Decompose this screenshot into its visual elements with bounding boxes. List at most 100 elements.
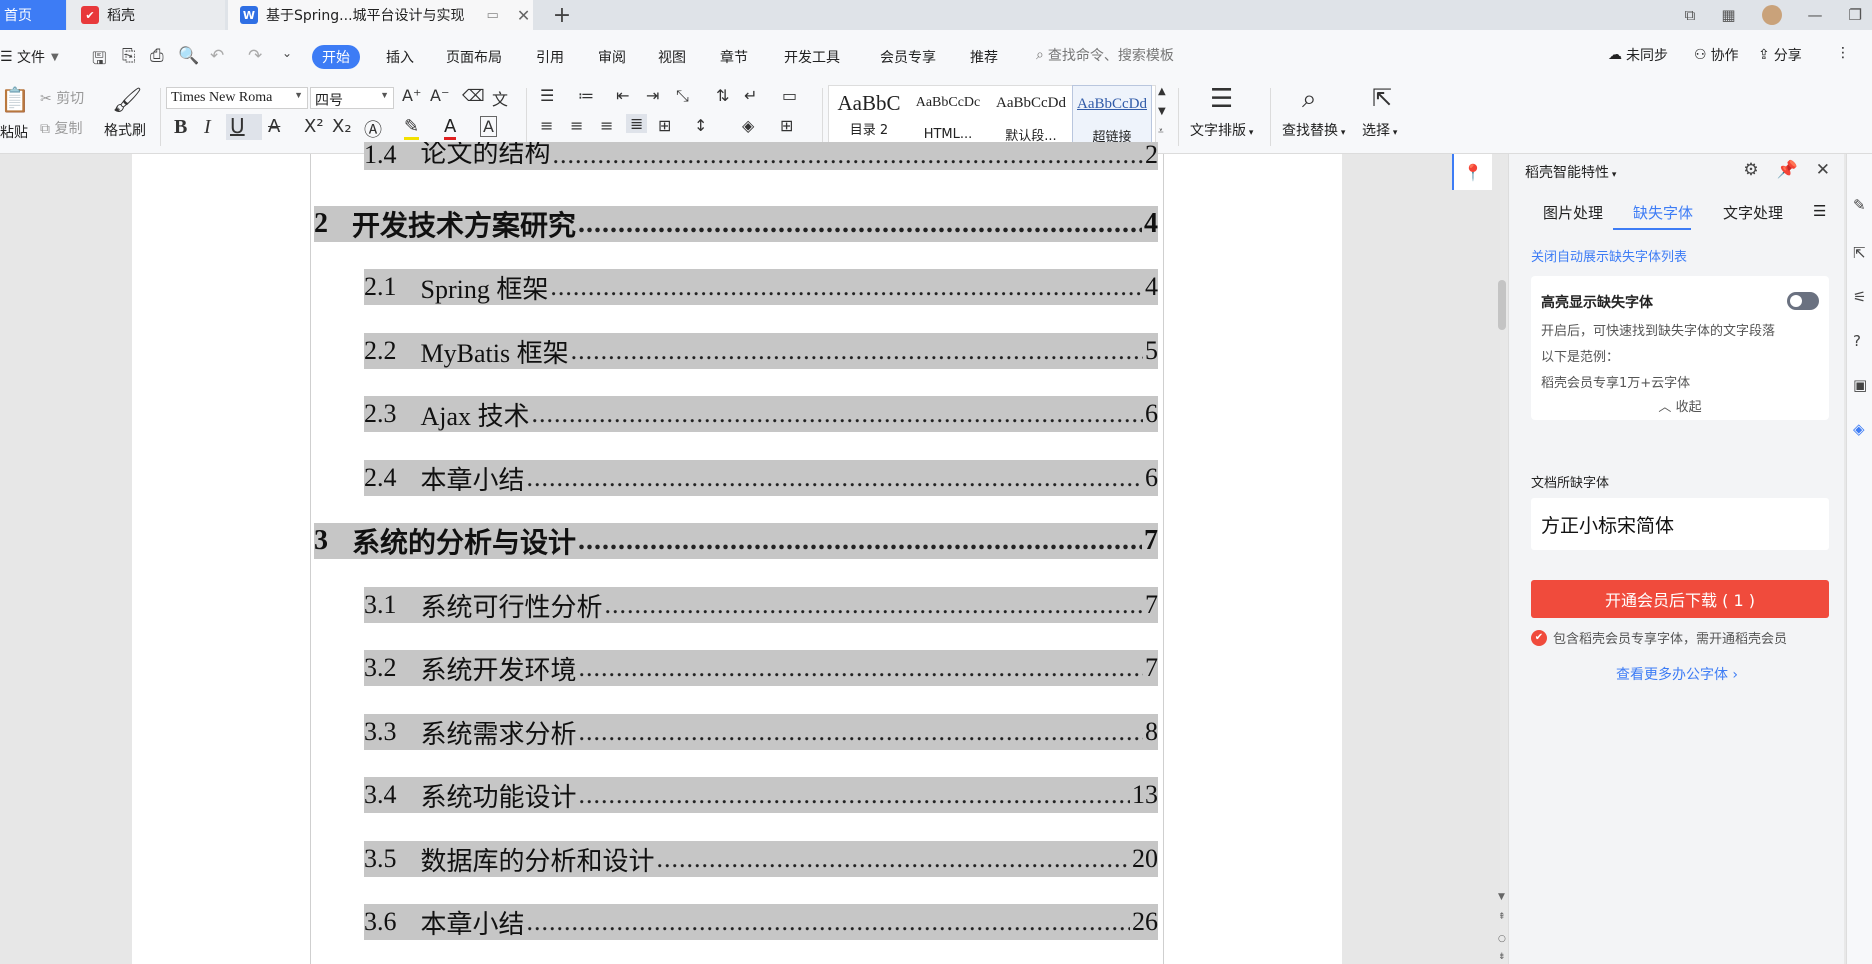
select-browse-icon[interactable]: ○ bbox=[1498, 934, 1506, 944]
toc-entry[interactable]: 1.4 论文的结构................................… bbox=[364, 142, 1158, 170]
vertical-scrollbar[interactable] bbox=[1498, 280, 1506, 330]
layout-icon[interactable]: ⧉ bbox=[1685, 6, 1696, 24]
float-window-icon[interactable]: ▭ bbox=[487, 8, 499, 23]
shrink-font-icon[interactable]: A⁻ bbox=[430, 86, 449, 105]
restore-icon[interactable]: ❐ bbox=[1849, 6, 1862, 24]
line-spacing-icon[interactable]: ↕ bbox=[694, 116, 707, 135]
close-tab-icon[interactable]: ✕ bbox=[517, 6, 530, 25]
grid-icon[interactable]: ▦ bbox=[1721, 6, 1735, 24]
style-expand-icon[interactable]: ⩡ bbox=[1158, 126, 1164, 137]
text-effect-icon[interactable]: Ⓐ bbox=[364, 116, 382, 142]
clipboard-icon[interactable]: 📋 bbox=[0, 86, 30, 114]
menu-start[interactable]: 开始 bbox=[312, 45, 360, 69]
align-center-icon[interactable]: ≡ bbox=[570, 116, 583, 135]
toc-entry[interactable]: 3.2 系统开发环境...............................… bbox=[364, 650, 1158, 686]
style-hyperlink[interactable]: AaBbCcDd 超链接 bbox=[1072, 85, 1152, 145]
menu-insert[interactable]: 插入 bbox=[386, 45, 414, 69]
font-name-select[interactable]: Times New Roma ▼ bbox=[166, 87, 308, 109]
toc-entry[interactable]: 3.1 系统可行性分析..............................… bbox=[364, 587, 1158, 623]
strikethrough-icon[interactable]: A bbox=[268, 116, 280, 137]
show-marks-icon[interactable]: ↵ bbox=[744, 86, 757, 105]
panel-tab-text[interactable]: 文字处理 bbox=[1723, 202, 1783, 223]
toc-entry[interactable]: 2.1 Spring 框架............................… bbox=[364, 269, 1158, 305]
menu-review[interactable]: 审阅 bbox=[598, 45, 626, 69]
paste-button[interactable]: 粘贴 bbox=[0, 122, 28, 142]
more-arrow-icon[interactable]: ⌄ bbox=[282, 46, 292, 60]
close-icon[interactable]: ✕ bbox=[1816, 160, 1830, 180]
download-button[interactable]: 开通会员后下载 ( 1 ) bbox=[1531, 580, 1829, 618]
grow-font-icon[interactable]: A⁺ bbox=[402, 86, 421, 105]
align-left-icon[interactable]: ≡ bbox=[540, 116, 553, 135]
style-default-paragraph[interactable]: AaBbCcDd 默认段... bbox=[990, 85, 1072, 144]
redo-icon[interactable]: ↷ bbox=[248, 46, 262, 66]
command-search[interactable]: ⌕ 查找命令、搜索模板 bbox=[1036, 45, 1174, 65]
font-size-select[interactable]: 四号 ▼ bbox=[310, 87, 394, 109]
bullet-list-icon[interactable]: ☰ bbox=[540, 86, 554, 105]
menu-page-layout[interactable]: 页面布局 bbox=[446, 45, 502, 69]
text-layout-button[interactable]: 文字排版 ▾ bbox=[1190, 120, 1253, 140]
menu-member[interactable]: 会员专享 bbox=[880, 45, 936, 69]
collab-button[interactable]: ⚇ 协作 bbox=[1694, 45, 1739, 65]
pointer-icon[interactable]: ⇱ bbox=[1853, 244, 1866, 262]
style-scroll-down-icon[interactable]: ▼ bbox=[1158, 106, 1166, 117]
menu-chapter[interactable]: 章节 bbox=[720, 45, 748, 69]
tab-daoke[interactable]: ✔ 稻壳 bbox=[67, 0, 225, 30]
menu-reference[interactable]: 引用 bbox=[536, 45, 564, 69]
help-icon[interactable]: ? bbox=[1853, 332, 1861, 350]
toc-entry[interactable]: 3.5 数据库的分析和设计............................… bbox=[364, 841, 1158, 877]
prev-page-icon[interactable]: ⇞ bbox=[1498, 912, 1506, 922]
sort-icon[interactable]: ⇅ bbox=[716, 86, 729, 105]
print-preview-icon[interactable]: 🔍 bbox=[178, 46, 199, 66]
more-fonts-link[interactable]: 查看更多办公字体 › bbox=[1509, 664, 1845, 684]
smart-feature-icon[interactable]: ◈ bbox=[1853, 420, 1865, 438]
undo-icon[interactable]: ↶ bbox=[210, 46, 224, 66]
find-replace-icon[interactable]: ⌕ bbox=[1302, 84, 1317, 115]
sliders-icon[interactable]: ⚟ bbox=[1853, 288, 1866, 306]
distributed-icon[interactable]: ⊞ bbox=[658, 116, 671, 135]
menu-recommend[interactable]: 推荐 bbox=[970, 45, 998, 69]
more-menu-icon[interactable]: ⋮ bbox=[1836, 45, 1850, 61]
outdent-icon[interactable]: ⇤ bbox=[616, 86, 629, 105]
format-painter-button[interactable]: 格式刷 bbox=[104, 120, 146, 140]
tab-home[interactable]: 首页 bbox=[0, 0, 66, 30]
avatar[interactable] bbox=[1761, 5, 1782, 25]
next-page-icon[interactable]: ⇟ bbox=[1498, 952, 1506, 962]
indent-icon[interactable]: ⇥ bbox=[646, 86, 659, 105]
borders-icon[interactable]: ⊞ bbox=[780, 116, 793, 135]
image-icon[interactable]: ▣ bbox=[1853, 376, 1867, 394]
numbered-list-icon[interactable]: ≔ bbox=[578, 86, 594, 105]
cursor-select-icon[interactable]: ⇱ bbox=[1372, 84, 1392, 112]
align-right-icon[interactable]: ≡ bbox=[600, 116, 613, 135]
missing-font-item[interactable]: 方正小标宋简体 bbox=[1531, 498, 1829, 550]
panel-header[interactable]: 稻壳智能特性 ▾ bbox=[1525, 162, 1616, 182]
tab-document[interactable]: W 基于Spring...城平台设计与实现 ▭ ✕ bbox=[228, 0, 533, 30]
pen-icon[interactable]: ✎ bbox=[1853, 196, 1866, 214]
scroll-down-icon[interactable]: ▼ bbox=[1498, 892, 1505, 902]
format-painter-icon[interactable]: 🖌 bbox=[112, 86, 142, 114]
toc-entry[interactable]: 2.3 Ajax 技术..............................… bbox=[364, 396, 1158, 432]
char-border-icon[interactable]: A bbox=[480, 116, 497, 137]
menu-view[interactable]: 视图 bbox=[658, 45, 686, 69]
toc-entry[interactable]: 2.2 MyBatis 框架...........................… bbox=[364, 333, 1158, 369]
file-menu[interactable]: ☰ 文件 ▼ bbox=[0, 45, 59, 69]
copy-button[interactable]: ⧉ 复制 bbox=[40, 118, 82, 138]
cut-button[interactable]: ✂ 剪切 bbox=[40, 88, 84, 108]
style-html[interactable]: AaBbCcDc HTML... bbox=[908, 85, 988, 143]
collapse-button[interactable]: ︿ 收起 bbox=[1531, 396, 1829, 415]
ruler-icon[interactable]: ▭ bbox=[782, 86, 797, 105]
text-layout-icon[interactable]: ☰ bbox=[1210, 84, 1233, 114]
new-tab-button[interactable]: + bbox=[545, 0, 579, 30]
share-button[interactable]: ⇪ 分享 bbox=[1758, 45, 1802, 65]
menu-devtools[interactable]: 开发工具 bbox=[784, 45, 840, 69]
style-scroll-up-icon[interactable]: ▲ bbox=[1158, 86, 1166, 97]
select-button[interactable]: 选择 ▾ bbox=[1362, 120, 1397, 140]
bold-icon[interactable]: B bbox=[174, 116, 187, 139]
pin-icon[interactable]: 📌 bbox=[1777, 160, 1798, 180]
style-toc2[interactable]: AaBbC 目录 2 bbox=[832, 85, 906, 143]
location-pin-icon[interactable]: 📍 bbox=[1452, 154, 1492, 190]
shading-icon[interactable]: ◈ bbox=[742, 116, 754, 135]
toc-entry[interactable]: 3 系统的分析与设计...............................… bbox=[314, 523, 1158, 559]
toc-entry[interactable]: 2 开发技术方案研究...............................… bbox=[314, 206, 1158, 242]
find-replace-button[interactable]: 查找替换 ▾ bbox=[1282, 120, 1345, 140]
close-auto-show-link[interactable]: 关闭自动展示缺失字体列表 bbox=[1531, 246, 1687, 265]
